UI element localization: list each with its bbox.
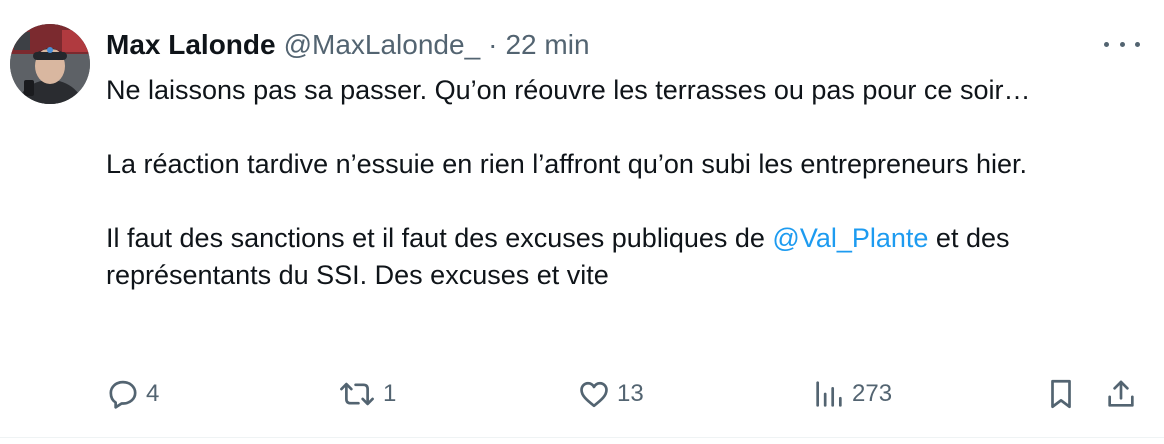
divider xyxy=(0,437,1164,438)
separator-dot: · xyxy=(488,29,498,60)
paragraph-2: La réaction tardive n’essuie en rien l’a… xyxy=(106,149,1028,179)
reply-count: 4 xyxy=(146,380,160,407)
tweet-text: Ne laissons pas sa passer. Qu’on réouvre… xyxy=(106,72,1136,294)
heart-icon xyxy=(577,377,611,411)
tweet: Max Lalonde @MaxLalonde_ · 22 min Ne lai… xyxy=(0,0,1164,444)
views-count: 273 xyxy=(852,380,893,407)
repost-button[interactable]: 1 xyxy=(337,372,396,416)
more-horizontal-icon[interactable] xyxy=(1104,32,1140,56)
timestamp[interactable]: 22 min xyxy=(505,29,589,61)
paragraph-3: Il faut des sanctions et il faut des exc… xyxy=(106,220,1136,294)
views-button[interactable]: 273 xyxy=(812,372,892,416)
author-name[interactable]: Max Lalonde xyxy=(106,29,276,61)
share-button[interactable] xyxy=(1104,372,1138,416)
reply-button[interactable]: 4 xyxy=(106,372,159,416)
tweet-header: Max Lalonde @MaxLalonde_ · 22 min xyxy=(106,25,590,65)
like-button[interactable]: 13 xyxy=(577,372,644,416)
paragraph-3-before: Il faut des sanctions et il faut des exc… xyxy=(106,223,773,253)
repost-count: 1 xyxy=(383,380,397,407)
action-bar: 4 1 13 273 xyxy=(0,372,1164,416)
like-count: 13 xyxy=(617,380,644,407)
bookmark-button[interactable] xyxy=(1046,372,1076,416)
views-chart-icon xyxy=(812,377,846,411)
repost-icon xyxy=(337,377,377,411)
author-handle[interactable]: @MaxLalonde_ xyxy=(284,29,481,61)
mention-link[interactable]: @Val_Plante xyxy=(772,223,928,253)
avatar[interactable] xyxy=(10,24,90,104)
reply-icon xyxy=(106,377,140,411)
paragraph-1: Ne laissons pas sa passer. Qu’on réouvre… xyxy=(106,75,1031,105)
share-icon xyxy=(1104,377,1138,411)
bookmark-icon xyxy=(1046,377,1076,411)
